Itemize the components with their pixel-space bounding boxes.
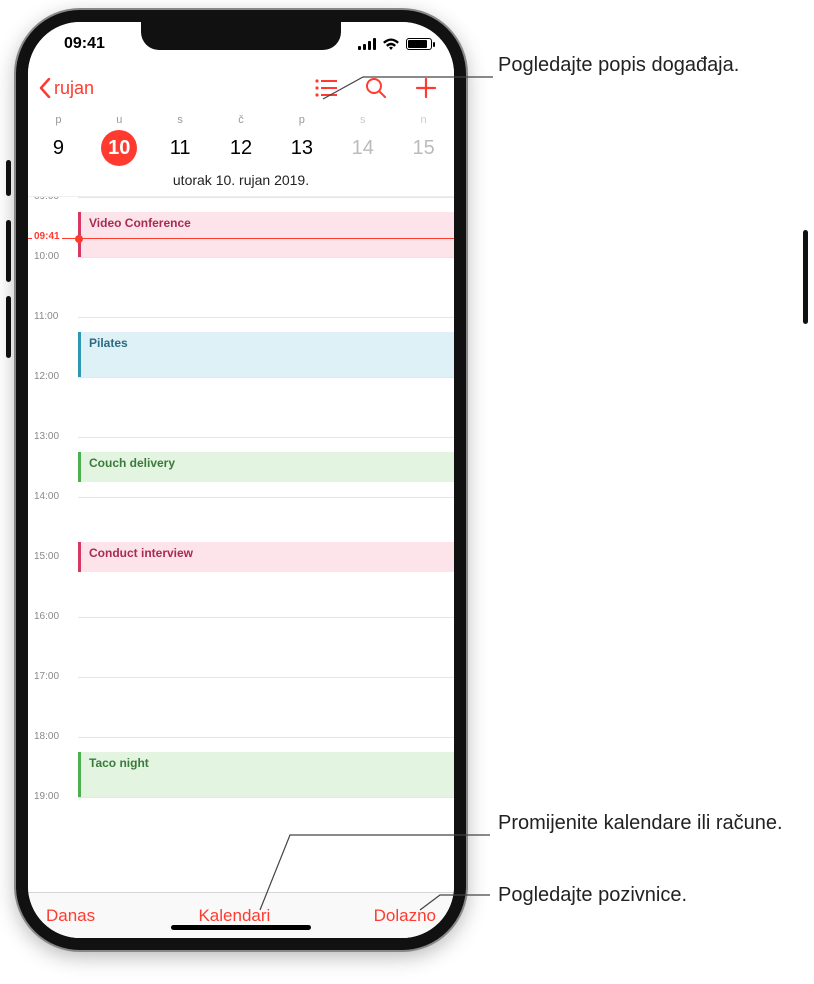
add-event-button[interactable] (414, 76, 438, 100)
weekday-label: u (89, 114, 150, 126)
list-view-button[interactable] (314, 76, 338, 100)
calendar-event[interactable]: Video Conference (78, 212, 454, 257)
day-number[interactable]: 12 (223, 130, 259, 166)
status-icons (358, 37, 432, 51)
hour-label: 12:00 (32, 371, 61, 382)
day-column: s 11 (150, 114, 211, 166)
day-column: u 10 (89, 114, 150, 166)
list-icon (315, 79, 337, 97)
weekday-label: p (28, 114, 89, 126)
hour-row: 19:00 (78, 797, 454, 857)
calendar-event[interactable]: Taco night (78, 752, 454, 797)
day-timeline[interactable]: 09:00 10:00 11:00 12:00 13:00 14:00 15:00 16:00… (28, 197, 454, 892)
notch (141, 22, 341, 50)
hour-label: 19:00 (32, 791, 61, 802)
signal-icon (358, 38, 376, 50)
hour-row: 17:00 (78, 677, 454, 737)
hour-row: 16:00 (78, 617, 454, 677)
day-number[interactable]: 10 (101, 130, 137, 166)
status-time: 09:41 (50, 35, 105, 53)
calendar-event[interactable]: Conduct interview (78, 542, 454, 572)
day-number[interactable]: 9 (40, 130, 76, 166)
search-icon (365, 77, 387, 99)
phone-frame: 09:41 rujan (16, 10, 466, 950)
hour-label: 15:00 (32, 551, 61, 562)
day-number[interactable]: 11 (162, 130, 198, 166)
calendar-event[interactable]: Couch delivery (78, 452, 454, 482)
day-column: n15 (393, 114, 454, 166)
hour-row: 12:00 (78, 377, 454, 437)
weekday-label: č (211, 114, 272, 126)
chevron-left-icon (38, 78, 52, 98)
plus-icon (415, 77, 437, 99)
selected-date-label: utorak 10. rujan 2019. (28, 166, 454, 197)
callout-list: Pogledajte popis događaja. (498, 52, 739, 78)
search-button[interactable] (364, 76, 388, 100)
hour-label: 17:00 (32, 671, 61, 682)
hour-label: 18:00 (32, 731, 61, 742)
hour-label: 10:00 (32, 251, 61, 262)
callout-leader (420, 895, 490, 905)
day-number[interactable]: 14 (345, 130, 381, 166)
day-number[interactable]: 15 (406, 130, 442, 166)
hour-label: 14:00 (32, 491, 61, 502)
callout-invites: Pogledajte pozivnice. (498, 882, 687, 908)
screen: 09:41 rujan (28, 22, 454, 938)
hour-label: 13:00 (32, 431, 61, 442)
day-column: p9 (28, 114, 89, 166)
current-time-indicator: 09:41 (28, 238, 454, 239)
battery-icon (406, 38, 432, 50)
hour-label: 09:00 (32, 197, 61, 202)
hour-row: 10:00 (78, 257, 454, 317)
day-number[interactable]: 13 (284, 130, 320, 166)
day-column: p13 (271, 114, 332, 166)
current-time-label: 09:41 (32, 231, 62, 242)
calendar-event[interactable]: Pilates (78, 332, 454, 377)
callout-change: Promijenite kalendare ili račune. (498, 810, 783, 836)
hour-label: 11:00 (32, 311, 60, 322)
callout-leader (323, 99, 493, 119)
back-button[interactable]: rujan (38, 78, 94, 99)
wifi-icon (382, 37, 400, 51)
day-column: s14 (332, 114, 393, 166)
weekday-label: s (150, 114, 211, 126)
hour-label: 16:00 (32, 611, 61, 622)
today-button[interactable]: Danas (46, 906, 95, 926)
day-column: č 12 (211, 114, 272, 166)
back-label: rujan (54, 78, 94, 99)
